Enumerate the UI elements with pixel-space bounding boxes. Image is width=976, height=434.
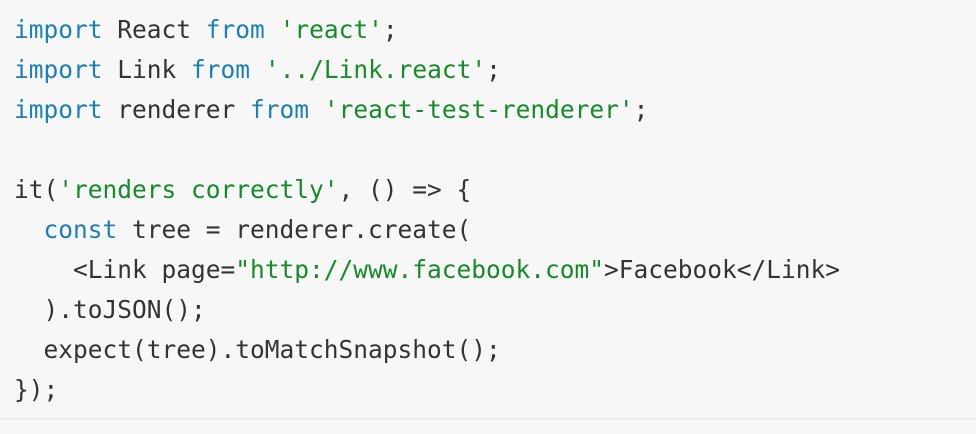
code-content: import React from 'react'; import Link fr… (14, 10, 840, 410)
code-string: '../Link.react' (264, 55, 487, 84)
code-line: import Link from '../Link.react'; (14, 50, 840, 90)
code-line: }); (14, 370, 840, 410)
code-text: <Link page= (14, 255, 236, 284)
code-keyword: from (250, 95, 310, 124)
code-keyword: const (43, 215, 118, 244)
code-line: ).toJSON(); (14, 290, 840, 330)
code-text: , () => { (338, 175, 472, 204)
code-line: import renderer from 'react-test-rendere… (14, 90, 840, 130)
code-text: ; (382, 15, 398, 44)
code-string: "http://www.facebook.com" (235, 255, 605, 284)
code-text: renderer (102, 95, 251, 124)
code-text: expect(tree).toMatchSnapshot(); (14, 335, 501, 364)
code-keyword: from (205, 15, 265, 44)
code-keyword: import (14, 95, 103, 124)
code-text: it( (14, 175, 59, 204)
code-string: 'react' (279, 15, 383, 44)
code-text: >Facebook</Link> (604, 255, 841, 284)
code-keyword: import (14, 55, 103, 84)
code-line: const tree = renderer.create( (14, 210, 840, 250)
code-text: ).toJSON(); (14, 295, 206, 324)
code-block: import React from 'react'; import Link fr… (0, 0, 976, 420)
code-keyword: from (191, 55, 251, 84)
code-text: tree = renderer.create( (117, 215, 472, 244)
code-text: Link (102, 55, 192, 84)
code-line: expect(tree).toMatchSnapshot(); (14, 330, 840, 370)
code-string: 'renders correctly' (58, 175, 339, 204)
code-text: React (102, 15, 206, 44)
code-text: ; (486, 55, 501, 84)
code-line: <Link page="http://www.facebook.com">Fac… (14, 250, 840, 290)
code-text: }); (14, 375, 59, 404)
code-keyword: import (14, 15, 103, 44)
code-text: ; (633, 95, 649, 124)
code-line: it('renders correctly', () => { (14, 170, 840, 210)
code-line: import React from 'react'; (14, 10, 840, 50)
code-string: 'react-test-renderer' (323, 95, 634, 124)
